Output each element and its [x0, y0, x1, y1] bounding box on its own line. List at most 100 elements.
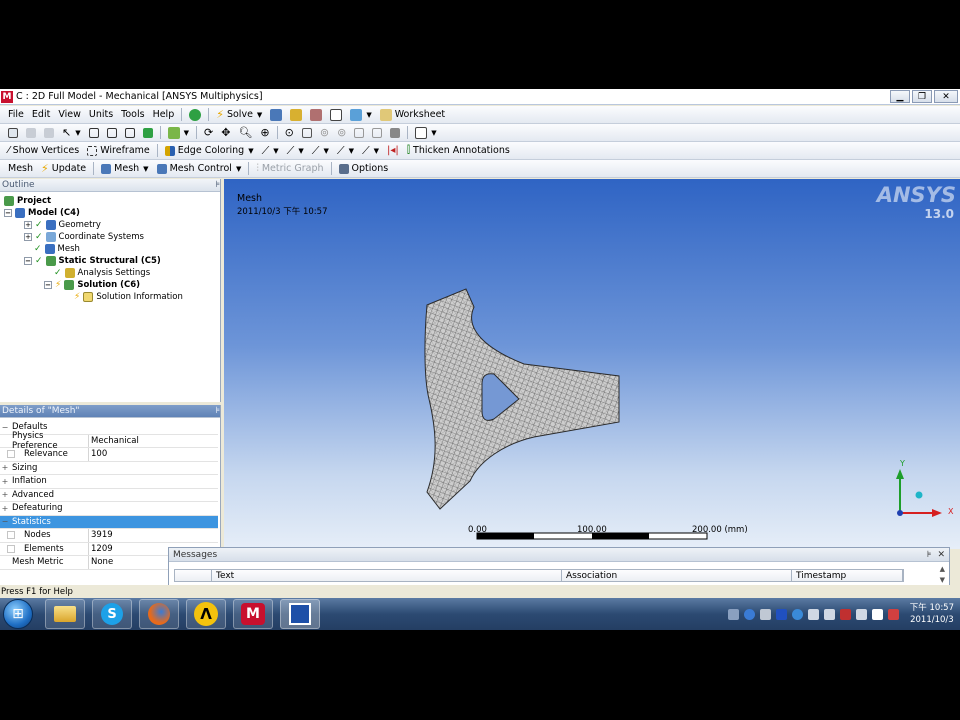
edge-select-button[interactable] — [22, 125, 40, 141]
box-zoom-button[interactable]: ⊕ — [256, 125, 273, 141]
network-icon[interactable] — [855, 608, 867, 620]
validate-button[interactable] — [185, 107, 205, 123]
pin-icon[interactable]: ⊧ — [215, 180, 220, 190]
select-mode-button[interactable] — [4, 125, 22, 141]
collapse-icon[interactable]: − — [0, 517, 10, 526]
update-button[interactable]: ⚡ Update — [37, 161, 90, 177]
menu-file[interactable]: File — [4, 107, 28, 123]
tree-node-geometry[interactable]: + ✓ Geometry — [24, 219, 101, 231]
details-row-sizing[interactable]: + Sizing — [0, 462, 218, 475]
mesh-model[interactable] — [224, 179, 960, 549]
print-button[interactable] — [386, 125, 404, 141]
details-property-value[interactable]: 100 — [88, 448, 218, 461]
select-filter-1[interactable] — [85, 125, 103, 141]
details-row-physics-preference[interactable]: Physics Preference Mechanical — [0, 431, 218, 451]
viewport-layout-button[interactable]: ▼ — [411, 125, 440, 141]
details-row-defeaturing[interactable]: + Defeaturing — [0, 502, 218, 516]
magnifier-button[interactable]: ⊚ — [316, 125, 333, 141]
expand-icon[interactable]: + — [24, 221, 32, 229]
details-property-value[interactable]: 3919 — [88, 529, 218, 542]
tree-node-coordinate-systems[interactable]: + ✓ Coordinate Systems — [24, 231, 144, 243]
solve-button[interactable]: ⚡ Solve ▼ — [212, 107, 266, 123]
show-vertices-button[interactable]: ⁄ Show Vertices — [4, 143, 83, 159]
tree-node-mesh[interactable]: ✓ Mesh — [34, 243, 80, 255]
details-row-nodes[interactable]: Nodes 3919 — [0, 529, 218, 543]
cursor-mode-button[interactable]: ↖ ▼ — [58, 125, 85, 141]
column-icon[interactable] — [175, 570, 212, 581]
tray-app-icon-1[interactable] — [775, 608, 787, 620]
column-text[interactable]: Text — [212, 570, 562, 581]
start-button[interactable]: ⊞ — [3, 599, 33, 629]
tree-node-analysis-settings[interactable]: ✓ Analysis Settings — [54, 267, 150, 279]
menu-units[interactable]: Units — [85, 107, 117, 123]
close-button[interactable]: ✕ — [934, 90, 958, 103]
taskbar-firefox[interactable] — [139, 599, 179, 629]
tray-app-icon-5[interactable] — [871, 608, 883, 620]
taskbar-ansys-workbench[interactable]: Λ — [186, 599, 226, 629]
help-icon[interactable] — [743, 608, 755, 620]
collapse-icon[interactable]: − — [44, 281, 52, 289]
mesh-control-button[interactable]: Mesh Control ▼ — [153, 161, 246, 177]
expand-icon[interactable]: + — [0, 477, 10, 486]
toolbar-icon-e[interactable]: ▼ — [346, 107, 375, 123]
taskbar-explorer[interactable] — [45, 599, 85, 629]
expand-icon[interactable]: + — [0, 504, 10, 513]
toolbar-icon-a[interactable] — [266, 107, 286, 123]
next-view-button[interactable] — [350, 125, 368, 141]
zoom-button[interactable]: 🔍︎ — [234, 125, 256, 141]
pin-icon[interactable]: ⊧ — [927, 550, 932, 560]
edge-display-3[interactable]: ⟋ ▼ — [308, 143, 333, 159]
rotate-button[interactable]: ⟳ — [200, 125, 217, 141]
restore-button[interactable]: ❐ — [912, 90, 932, 103]
zoom-fit-button[interactable]: ⊙ — [281, 125, 298, 141]
column-association[interactable]: Association — [562, 570, 792, 581]
previous-view-button[interactable]: ⊚ — [333, 125, 350, 141]
column-timestamp[interactable]: Timestamp — [792, 570, 903, 581]
pan-button[interactable]: ✥ — [217, 125, 234, 141]
tray-app-icon-2[interactable] — [791, 608, 803, 620]
expand-icon[interactable]: + — [0, 463, 10, 472]
tree-node-solution-information[interactable]: ⚡ Solution Information — [74, 291, 183, 303]
worksheet-button[interactable]: Worksheet — [376, 107, 449, 123]
face-select-button[interactable] — [40, 125, 58, 141]
tree-node-static-structural[interactable]: − ✓ Static Structural (C5) — [24, 255, 161, 267]
expand-icon[interactable]: + — [0, 490, 10, 499]
taskbar-mechanical[interactable]: M — [233, 599, 273, 629]
tree-node-project[interactable]: Project — [4, 195, 51, 207]
options-button[interactable]: Options — [335, 161, 393, 177]
tray-app-icon-3[interactable] — [807, 608, 819, 620]
keyboard-icon[interactable] — [727, 608, 739, 620]
expand-icon[interactable]: + — [24, 233, 32, 241]
thicken-annotations-button[interactable]: ⫿ Thicken Annotations — [403, 143, 514, 159]
select-filter-4[interactable] — [139, 125, 157, 141]
details-row-statistics[interactable]: − Statistics — [0, 515, 218, 529]
tray-app-icon-4[interactable] — [839, 608, 851, 620]
edge-direction-button[interactable]: |◂| — [383, 143, 403, 159]
details-row-inflation[interactable]: + Inflation — [0, 475, 218, 489]
taskbar-active-app[interactable] — [280, 599, 320, 629]
graphics-viewport[interactable]: Mesh 2011/10/3 下午 10:57 ANSYS 13.0 0.00 … — [224, 179, 960, 549]
flag-icon[interactable] — [887, 608, 899, 620]
parameter-checkbox[interactable] — [7, 531, 15, 540]
edge-display-1[interactable]: ⟋ ▼ — [258, 143, 283, 159]
toolbar-icon-d[interactable] — [326, 107, 346, 123]
toolbar-icon-c[interactable] — [306, 107, 326, 123]
collapse-icon[interactable]: − — [24, 257, 32, 265]
speaker-icon[interactable] — [823, 608, 835, 620]
taskbar-skype[interactable]: S — [92, 599, 132, 629]
pen-icon[interactable] — [759, 608, 771, 620]
mesh-menu-button[interactable]: Mesh ▼ — [97, 161, 152, 177]
zoom-select-button[interactable] — [298, 125, 316, 141]
metric-graph-button[interactable]: ⫶ Metric Graph — [252, 161, 327, 177]
edge-coloring-button[interactable]: Edge Coloring ▼ — [161, 143, 258, 159]
wireframe-button[interactable]: Wireframe — [83, 143, 154, 159]
tree-node-solution[interactable]: − ⚡ Solution (C6) — [44, 279, 140, 291]
edge-display-4[interactable]: ⟋ ▼ — [333, 143, 358, 159]
edge-display-5[interactable]: ⟋ ▼ — [358, 143, 383, 159]
pin-icon[interactable]: ⊧ — [215, 406, 220, 416]
menu-help[interactable]: Help — [149, 107, 179, 123]
mechanical-app-icon[interactable]: M — [1, 90, 13, 103]
extend-selection-button[interactable]: ▼ — [164, 125, 193, 141]
menu-tools[interactable]: Tools — [117, 107, 148, 123]
edge-display-2[interactable]: ⟋ ▼ — [283, 143, 308, 159]
